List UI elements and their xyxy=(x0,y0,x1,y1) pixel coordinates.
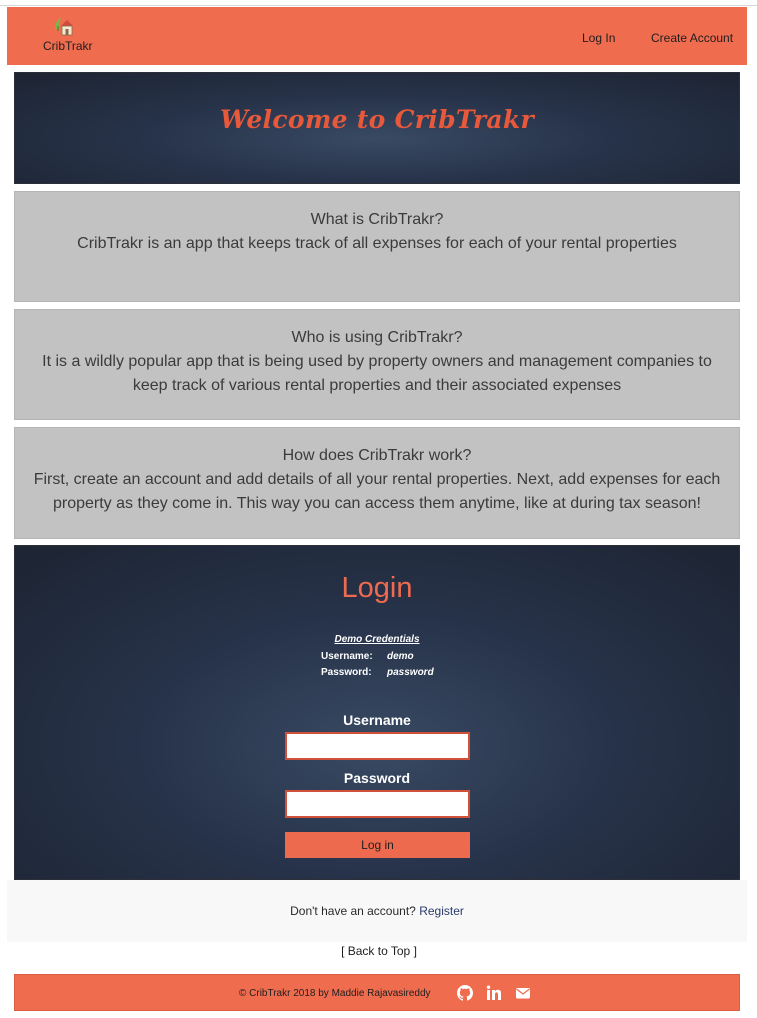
envelope-icon[interactable] xyxy=(515,985,531,1001)
login-button[interactable]: Log in xyxy=(285,832,470,858)
login-panel: Login Demo Credentials Username: demo Pas… xyxy=(14,545,740,880)
house-icon xyxy=(55,18,73,36)
linkedin-icon[interactable] xyxy=(486,985,502,1001)
password-label: Password xyxy=(343,770,411,786)
info-section-who: Who is using CribTrakr? It is a wildly p… xyxy=(14,309,740,420)
hero-title: Welcome to CribTrakr xyxy=(219,105,535,134)
info-section-what: What is CribTrakr? CribTrakr is an app t… xyxy=(14,191,740,302)
info-heading: How does CribTrakr work? xyxy=(282,447,472,464)
top-border xyxy=(0,0,758,6)
username-label: Username xyxy=(343,712,411,728)
info-heading: What is CribTrakr? xyxy=(310,211,444,228)
info-section-how: How does CribTrakr work? First, create a… xyxy=(14,427,740,539)
brand-name: CribTrakr xyxy=(43,39,93,53)
footer: © CribTrakr 2018 by Maddie Rajavasireddy xyxy=(14,974,740,1011)
demo-username-label: Username: xyxy=(321,651,373,662)
navbar: CribTrakr Log In Create Account xyxy=(7,7,747,65)
github-icon[interactable] xyxy=(457,985,473,1001)
demo-password-value: password xyxy=(387,667,434,678)
demo-password-label: Password: xyxy=(321,667,372,678)
username-input[interactable] xyxy=(285,732,470,760)
back-to-top-link[interactable]: [ Back to Top ] xyxy=(0,944,758,958)
info-text: First, create an account and add details… xyxy=(33,471,721,512)
register-bar: Don't have an account? Register xyxy=(7,880,747,942)
brand-logo[interactable]: CribTrakr xyxy=(43,17,103,57)
info-text: CribTrakr is an app that keeps track of … xyxy=(77,235,677,252)
register-prompt: Don't have an account? xyxy=(290,904,416,918)
info-text: It is a wildly popular app that is being… xyxy=(42,353,712,394)
nav-create-account-link[interactable]: Create Account xyxy=(651,31,733,45)
login-title: Login xyxy=(341,572,413,604)
nav-login-link[interactable]: Log In xyxy=(582,31,615,45)
demo-credentials-title: Demo Credentials xyxy=(334,634,420,645)
register-link[interactable]: Register xyxy=(419,904,464,918)
demo-username-row: Username: demo xyxy=(321,651,414,662)
info-heading: Who is using CribTrakr? xyxy=(291,329,463,346)
password-input[interactable] xyxy=(285,790,470,818)
copyright-text: © CribTrakr 2018 by Maddie Rajavasireddy xyxy=(239,988,431,999)
demo-password-row: Password: password xyxy=(321,667,434,678)
demo-username-value: demo xyxy=(387,651,414,662)
hero-banner: Welcome to CribTrakr xyxy=(14,72,740,184)
